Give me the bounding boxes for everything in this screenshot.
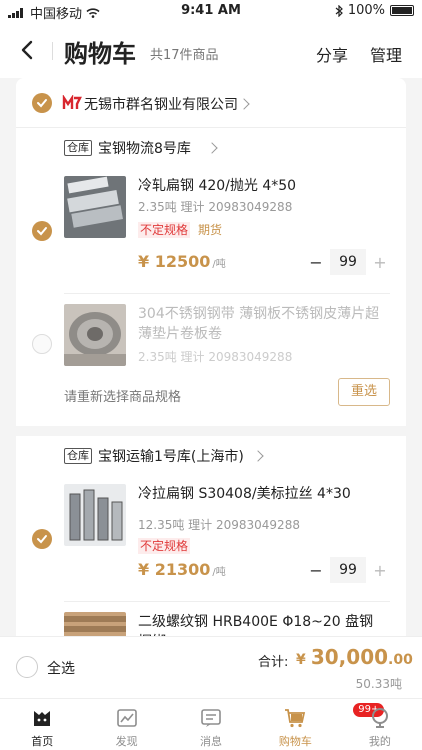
item-price: ¥ 12500/吨 (138, 252, 226, 271)
store-header[interactable]: 无锡市群名钢业有限公司 (16, 78, 406, 128)
item-title[interactable]: 二级螺纹钢 HRB400E Φ18~20 盘钢 捆绑 (138, 612, 390, 636)
battery-percent: 100% (347, 3, 385, 18)
check-icon (37, 535, 47, 544)
chevron-right-icon[interactable] (252, 450, 264, 462)
store-card: 无锡市群名钢业有限公司 仓库 宝钢物流8号库 冷轧扁钢 420/抛光 4*50 … (16, 78, 406, 636)
increase-button[interactable]: + (370, 253, 390, 272)
warehouse-name[interactable]: 宝钢物流8号库 (98, 138, 191, 158)
item-count: 共17件商品 (150, 48, 219, 63)
item-meta: 2.35吨 理计 20983049288 (138, 200, 293, 214)
item-title[interactable]: 304不锈钢钢带 薄钢板不锈钢皮薄片超薄垫片卷板卷 (138, 304, 390, 344)
nav-divider (52, 42, 53, 60)
profile-icon (371, 708, 388, 728)
warehouse-tag: 仓库 (64, 140, 92, 156)
tab-profile[interactable]: 我的 (338, 699, 422, 750)
bluetooth-icon (335, 4, 343, 17)
spec-tag: 不定规格 (138, 222, 191, 238)
store-checkbox[interactable] (32, 93, 52, 113)
total-currency: ¥ (296, 652, 306, 668)
tab-bar: 首页 发现 消息 99+ 购物车 我的 (0, 698, 422, 750)
item-meta: 12.35吨 理计 20983049288 (138, 518, 300, 532)
item-title[interactable]: 冷拉扁钢 S30408/美标拉丝 4*30 (138, 484, 390, 504)
page-title: 购物车 (64, 40, 136, 68)
discover-icon (116, 709, 137, 727)
tab-label: 首页 (31, 735, 54, 748)
check-icon (37, 227, 47, 236)
item-checkbox[interactable] (32, 529, 52, 549)
select-all-label[interactable]: 全选 (47, 658, 75, 678)
decrease-button[interactable]: − (306, 253, 326, 272)
tab-home[interactable]: 首页 (0, 699, 84, 750)
total-amount: ¥ 30,000.00 (296, 645, 413, 669)
price-value: ¥ 12500 (138, 252, 211, 271)
item-meta: 2.35吨 理计 20983049288 (138, 350, 293, 364)
reselect-hint: 请重新选择商品规格 (64, 390, 182, 405)
quantity-stepper[interactable]: − 99 + (306, 248, 390, 276)
warehouse-header[interactable]: 仓库 宝钢运输1号库(上海市) (16, 436, 406, 474)
back-icon[interactable] (14, 36, 42, 64)
chevron-right-icon[interactable] (206, 142, 218, 154)
quantity-input[interactable]: 99 (330, 557, 366, 583)
price-value: ¥ 21300 (138, 560, 211, 579)
status-bar: 中国移动 9:41 AM 100% (0, 0, 422, 22)
product-image[interactable] (64, 484, 126, 546)
cart-item[interactable]: 冷轧扁钢 420/抛光 4*50 2.35吨 理计 20983049288 不定… (16, 166, 406, 294)
price-unit: /吨 (212, 259, 226, 270)
tab-label: 购物车 (278, 735, 312, 748)
select-all-checkbox[interactable] (16, 656, 38, 678)
status-right: 100% (335, 3, 414, 18)
cart-list[interactable]: 无锡市群名钢业有限公司 仓库 宝钢物流8号库 冷轧扁钢 420/抛光 4*50 … (16, 78, 406, 636)
message-icon (201, 709, 221, 727)
decrease-button[interactable]: − (306, 561, 326, 580)
battery-icon (390, 5, 414, 16)
reselect-button[interactable]: 重选 (338, 378, 390, 406)
tab-label: 消息 (200, 735, 223, 748)
store-logo-icon (62, 95, 82, 111)
warehouse-header[interactable]: 仓库 宝钢物流8号库 (16, 128, 406, 166)
cart-icon (285, 709, 306, 728)
item-checkbox-disabled (32, 334, 52, 354)
cart-item[interactable]: 二级螺纹钢 HRB400E Φ18~20 盘钢 捆绑 (16, 602, 406, 636)
manage-button[interactable]: 管理 (370, 42, 402, 66)
item-tags: 不定规格 期货 (138, 222, 222, 238)
tab-label: 我的 (368, 735, 391, 748)
share-button[interactable]: 分享 (316, 42, 348, 66)
total-decimal: .00 (388, 652, 413, 668)
checkout-bar: 全选 合计: ¥ 30,000.00 50.33吨 (0, 636, 422, 698)
item-checkbox[interactable] (32, 221, 52, 241)
total-integer: 30,000 (310, 645, 389, 669)
price-unit: /吨 (212, 567, 226, 578)
quantity-input[interactable]: 99 (330, 249, 366, 275)
increase-button[interactable]: + (370, 561, 390, 580)
item-price: ¥ 21300/吨 (138, 560, 226, 579)
warehouse-name[interactable]: 宝钢运输1号库(上海市) (98, 446, 244, 466)
tab-discover[interactable]: 发现 (84, 699, 168, 750)
product-image[interactable] (64, 304, 126, 366)
check-icon (37, 99, 47, 108)
item-title[interactable]: 冷轧扁钢 420/抛光 4*50 (138, 176, 390, 196)
warehouse-tag: 仓库 (64, 448, 92, 464)
store-name[interactable]: 无锡市群名钢业有限公司 (84, 94, 238, 114)
tab-label: 发现 (115, 735, 138, 748)
spec-tag: 不定规格 (138, 538, 191, 554)
quantity-stepper[interactable]: − 99 + (306, 556, 390, 584)
total-label: 合计: (258, 655, 289, 670)
section-gap (16, 426, 406, 436)
item-tags: 不定规格 (138, 538, 191, 554)
futures-tag: 期货 (198, 223, 223, 237)
cart-item[interactable]: 冷拉扁钢 S30408/美标拉丝 4*30 12.35吨 理计 20983049… (16, 474, 406, 602)
nav-bar: 购物车 共17件商品 分享 管理 (0, 22, 422, 78)
product-image[interactable] (64, 612, 126, 636)
total-weight: 50.33吨 (355, 677, 402, 691)
cart-item-invalid[interactable]: 304不锈钢钢带 薄钢板不锈钢皮薄片超薄垫片卷板卷 2.35吨 理计 20983… (16, 294, 406, 426)
chevron-right-icon[interactable] (238, 98, 250, 110)
tab-messages[interactable]: 消息 (169, 699, 253, 750)
tab-cart[interactable]: 99+ 购物车 (253, 699, 385, 750)
home-icon (34, 711, 51, 726)
product-image[interactable] (64, 176, 126, 238)
